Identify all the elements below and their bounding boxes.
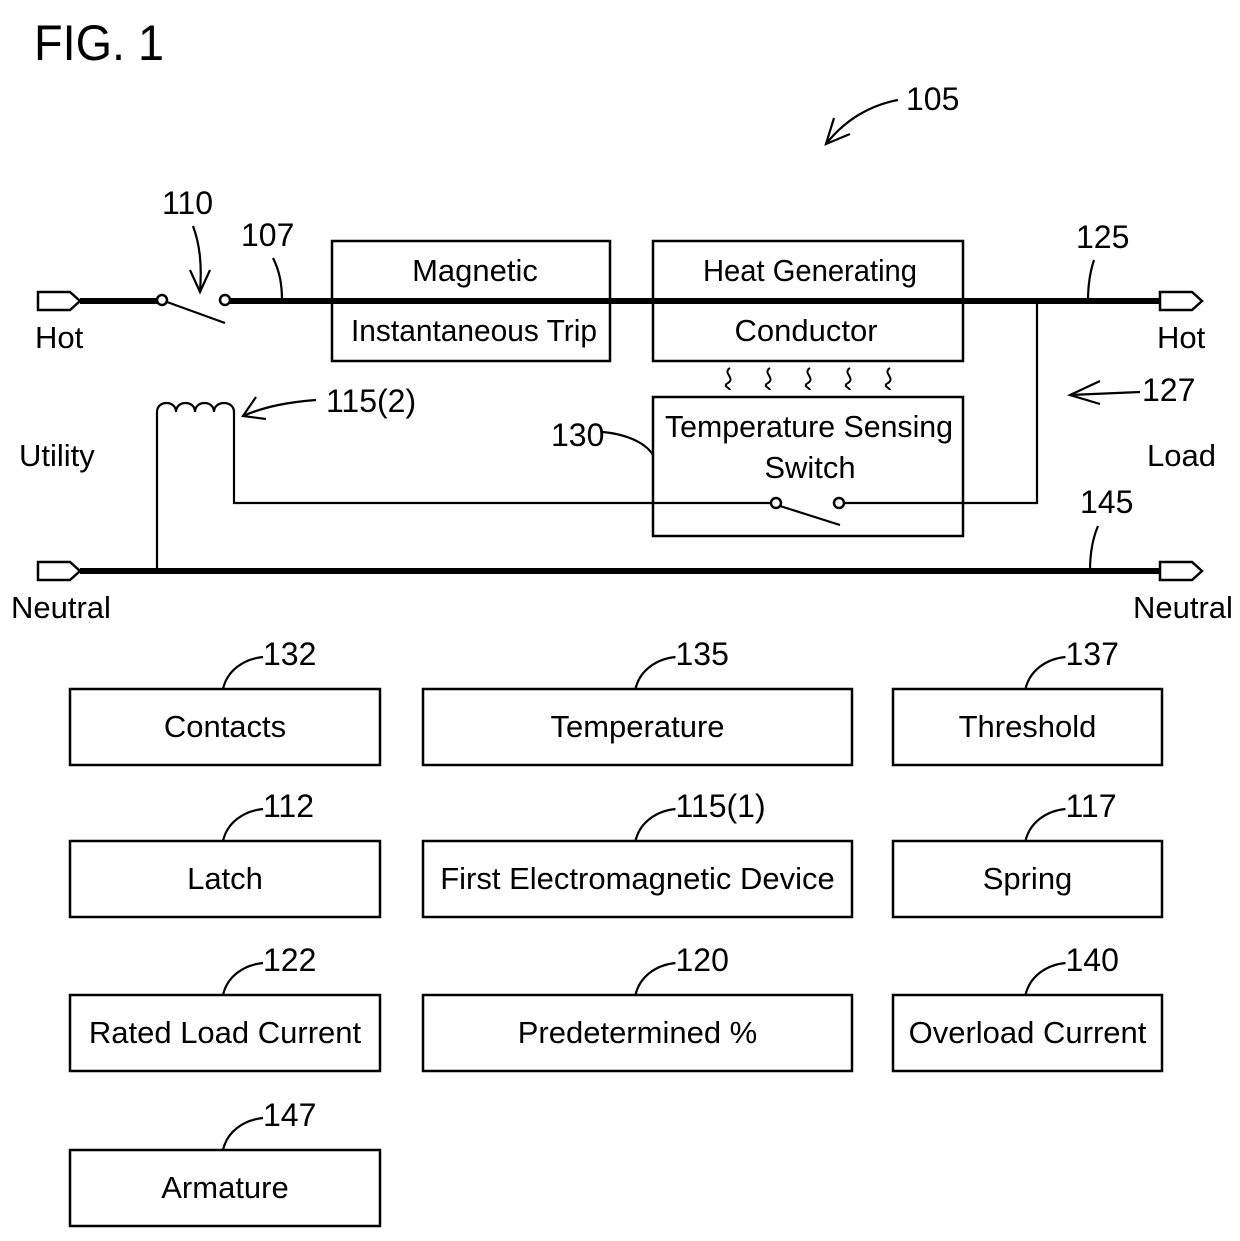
contact-right-icon <box>218 293 232 307</box>
legend-box-label: Latch <box>187 861 263 896</box>
ref-125-leader <box>1086 259 1096 302</box>
temp-switch-line1: Temperature Sensing <box>665 409 953 444</box>
legend-ref-leader <box>634 961 676 996</box>
legend-item: First Electromagnetic Device 115(1) <box>421 788 854 919</box>
load-label: Load <box>1147 438 1216 473</box>
ref-127-arrow-icon <box>1069 390 1141 397</box>
legend-ref-number: 140 <box>1066 942 1119 978</box>
ref-127: 127 <box>1142 372 1195 408</box>
legend-ref-number: 115(1) <box>676 788 766 824</box>
ref-127-arrowhead-icon <box>1066 380 1101 406</box>
magnetic-trip-line2: Instantaneous Trip <box>351 313 597 348</box>
legend-ref-leader <box>1024 807 1066 842</box>
legend-item: Threshold 137 <box>891 636 1164 767</box>
temp-contact-right-icon <box>832 496 846 510</box>
legend-ref-number: 120 <box>676 942 729 978</box>
legend-item: Spring 117 <box>891 788 1164 919</box>
hot-right-label: Hot <box>1157 320 1206 355</box>
ref-130-leader <box>602 430 654 456</box>
legend-ref-leader <box>221 1116 264 1151</box>
figure-title: FIG. 1 <box>34 15 164 71</box>
legend-box-label: Contacts <box>164 709 286 744</box>
legend-box-label: Predetermined % <box>518 1015 758 1050</box>
legend-box-label: Spring <box>983 861 1073 896</box>
hot-left-terminal-icon <box>36 290 82 312</box>
legend-ref-number: 132 <box>263 636 316 672</box>
legend-box-label: Threshold <box>959 709 1097 744</box>
ref-110-arrow-icon <box>191 225 202 293</box>
temp-switch-blade-icon <box>779 504 841 527</box>
heat-waves-icon <box>724 367 892 391</box>
ref-145-leader <box>1088 525 1100 572</box>
legend-ref-leader <box>634 655 676 690</box>
legend-box-label: Rated Load Current <box>89 1015 362 1050</box>
neutral-left-terminal-icon <box>36 560 82 582</box>
temp-contact-left-icon <box>769 496 783 510</box>
legend-box-label: First Electromagnetic Device <box>440 861 835 896</box>
legend-ref-leader <box>634 807 676 842</box>
legend-item: Temperature 135 <box>421 636 854 767</box>
legend-item: Predetermined % 120 <box>421 942 854 1073</box>
hot-right-terminal-icon <box>1158 290 1204 312</box>
contacts-blade-icon <box>166 300 226 325</box>
legend-ref-leader <box>1024 655 1066 690</box>
legend-item: Armature 147 <box>68 1097 382 1228</box>
coil-icon <box>155 401 236 571</box>
legend-item: Latch 112 <box>68 788 382 919</box>
ref-107-leader <box>272 257 284 302</box>
legend-ref-leader <box>221 807 264 842</box>
legend-ref-leader <box>221 655 264 690</box>
legend-ref-number: 137 <box>1066 636 1119 672</box>
ref-105: 105 <box>906 81 959 117</box>
ref-130: 130 <box>551 417 604 453</box>
contact-left-icon <box>155 293 169 307</box>
legend-box-label: Overload Current <box>909 1015 1147 1050</box>
utility-label: Utility <box>19 438 95 473</box>
legend-ref-number: 112 <box>263 788 314 824</box>
legend-item: Overload Current 140 <box>891 942 1164 1073</box>
temp-switch-line2: Switch <box>764 450 855 485</box>
legend-item: Contacts 132 <box>68 636 382 767</box>
ref-145: 145 <box>1080 484 1133 520</box>
ref-110: 110 <box>162 185 213 221</box>
circuit-diagram: FIG. 1 105 110 107 Magnetic Instantaneou… <box>11 15 1233 1228</box>
magnetic-trip-line1: Magnetic <box>412 253 538 288</box>
ref-115-2-arrow-icon <box>242 398 317 418</box>
heat-conductor-line2: Conductor <box>734 313 877 348</box>
neutral-right-terminal-icon <box>1158 560 1204 582</box>
legend-ref-leader <box>221 961 264 996</box>
ref-125: 125 <box>1076 219 1129 255</box>
legend-ref-number: 117 <box>1066 788 1117 824</box>
neutral-left-label: Neutral <box>11 590 111 625</box>
legend-boxes: Contacts 132 Temperature 135 Threshold 137 Lat… <box>68 636 1164 1228</box>
ref-105-arrow-icon <box>825 98 899 145</box>
heat-conductor-line1: Heat Generating <box>703 253 917 288</box>
legend-ref-number: 122 <box>263 942 316 978</box>
legend-box-label: Armature <box>161 1170 288 1205</box>
neutral-right-label: Neutral <box>1133 590 1233 625</box>
legend-box-label: Temperature <box>550 709 724 744</box>
legend-ref-number: 135 <box>676 636 729 672</box>
legend-ref-number: 147 <box>263 1097 316 1133</box>
legend-ref-leader <box>1024 961 1066 996</box>
hot-left-label: Hot <box>35 320 84 355</box>
ref-115-2: 115(2) <box>326 383 416 419</box>
ref-107: 107 <box>241 217 294 253</box>
legend-item: Rated Load Current 122 <box>68 942 382 1073</box>
